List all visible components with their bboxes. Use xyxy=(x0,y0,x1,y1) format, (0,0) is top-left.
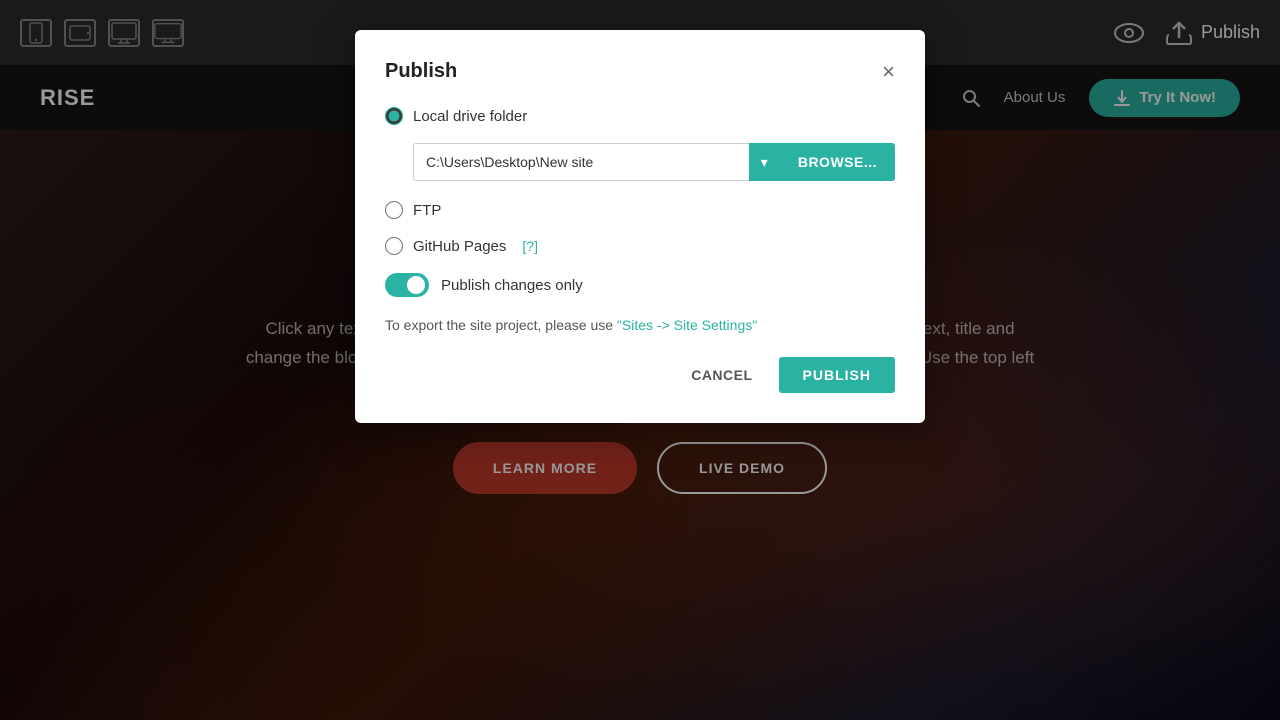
publish-action-button[interactable]: PUBLISH xyxy=(779,357,895,393)
publish-dialog: Publish × Local drive folder ▾ BROWSE...… xyxy=(355,30,925,423)
ftp-label: FTP xyxy=(413,202,441,219)
local-drive-label: Local drive folder xyxy=(413,108,527,125)
github-option[interactable]: GitHub Pages [?] xyxy=(385,237,895,255)
ftp-radio[interactable] xyxy=(385,201,403,219)
toggle-row: Publish changes only xyxy=(385,273,895,297)
toggle-knob xyxy=(407,276,425,294)
export-note: To export the site project, please use "… xyxy=(385,317,895,333)
site-settings-link[interactable]: "Sites -> Site Settings" xyxy=(617,317,757,333)
toggle-slider xyxy=(385,273,429,297)
cancel-button[interactable]: CANCEL xyxy=(677,357,766,393)
ftp-option[interactable]: FTP xyxy=(385,201,895,219)
toggle-label: Publish changes only xyxy=(441,277,583,294)
dialog-title: Publish xyxy=(385,60,457,83)
dialog-header: Publish × xyxy=(385,60,895,83)
github-label: GitHub Pages xyxy=(413,238,506,255)
local-drive-radio[interactable] xyxy=(385,107,403,125)
dialog-close-button[interactable]: × xyxy=(882,61,895,83)
modal-overlay: Publish × Local drive folder ▾ BROWSE...… xyxy=(0,0,1280,720)
path-dropdown-button[interactable]: ▾ xyxy=(749,143,780,181)
github-help-link[interactable]: [?] xyxy=(522,238,538,254)
dialog-footer: CANCEL PUBLISH xyxy=(385,357,895,393)
github-radio[interactable] xyxy=(385,237,403,255)
publish-changes-toggle[interactable] xyxy=(385,273,429,297)
browse-button[interactable]: BROWSE... xyxy=(780,143,895,181)
path-input[interactable] xyxy=(413,143,749,181)
path-row: ▾ BROWSE... xyxy=(413,143,895,181)
local-drive-option[interactable]: Local drive folder xyxy=(385,107,895,125)
